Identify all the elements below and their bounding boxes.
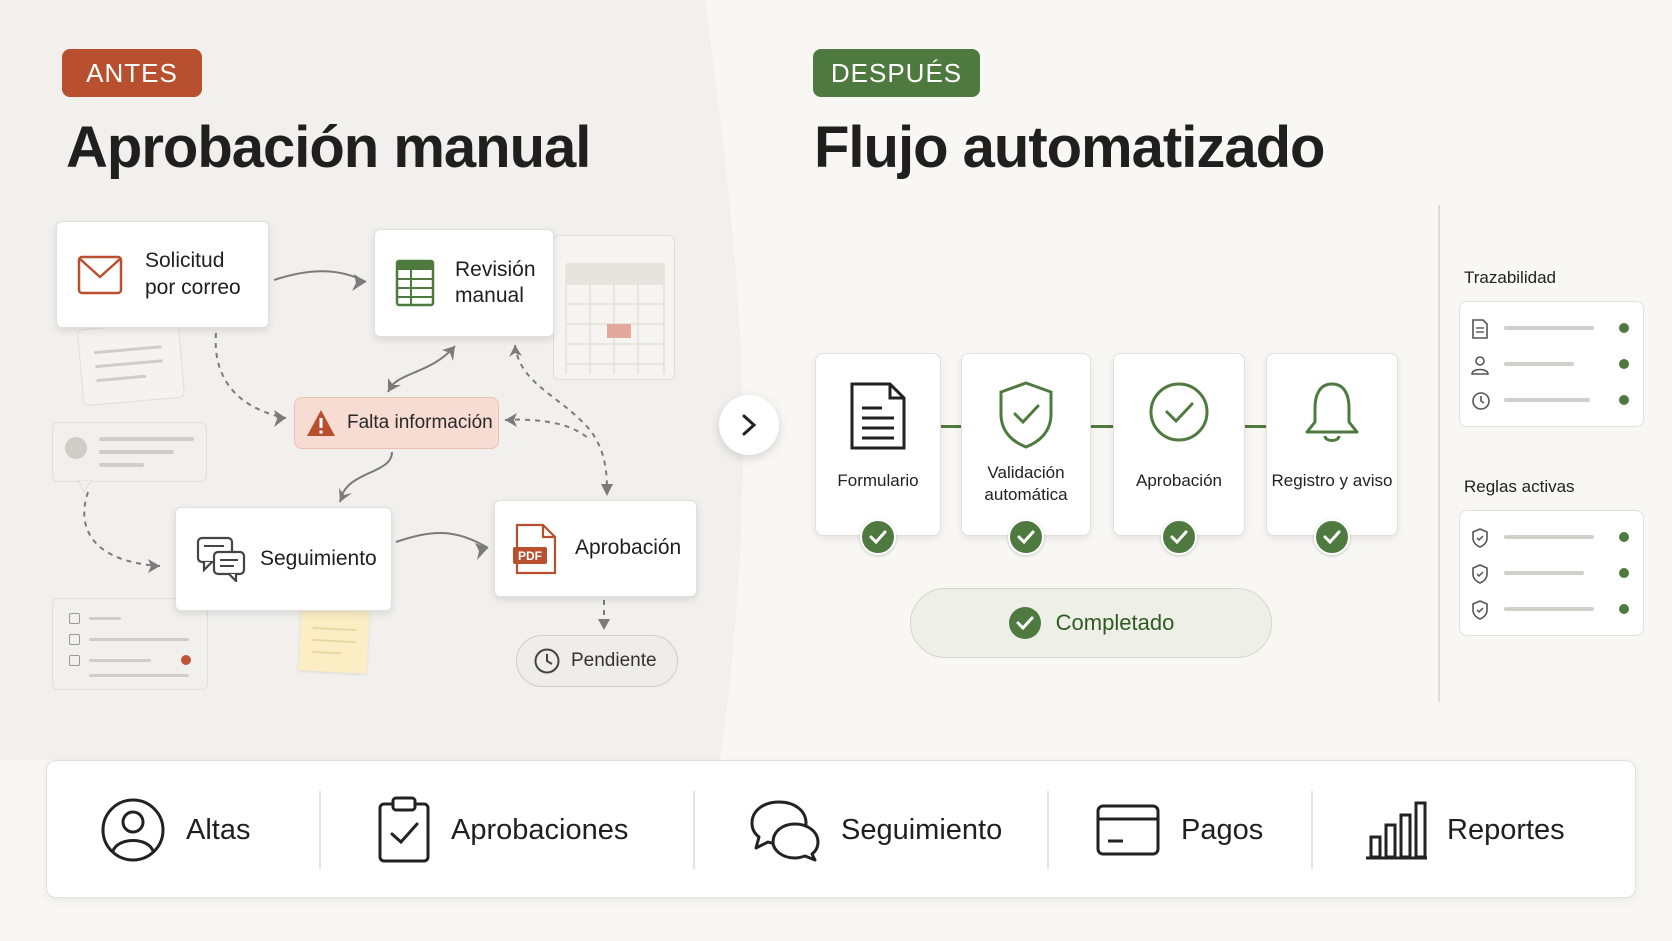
svg-text:PDF: PDF	[518, 549, 542, 563]
chat-note-tail	[77, 480, 93, 493]
category-label: Pagos	[1181, 813, 1264, 846]
email-request-card: Solicitud por correo	[56, 221, 269, 328]
chat-bubbles-icon	[196, 536, 246, 582]
envelope-icon	[77, 255, 123, 294]
email-request-label: Solicitud por correo	[145, 249, 241, 299]
category-label: Altas	[186, 813, 251, 846]
step-label: Registro y aviso	[1271, 471, 1393, 490]
category-aprobaciones[interactable]: Aprobaciones	[377, 761, 628, 899]
category-seguimiento[interactable]: Seguimiento	[749, 761, 1002, 899]
manual-review-label: Revisión manual	[455, 257, 536, 307]
chat-bubbles-icon	[750, 800, 820, 862]
active-rules-panel	[1459, 510, 1644, 636]
category-reportes[interactable]: Reportes	[1365, 761, 1565, 899]
bar-chart-icon	[1366, 801, 1427, 860]
step-label: Formulario	[837, 471, 919, 490]
chevron-right-icon	[742, 414, 757, 436]
check-circle-icon	[1008, 607, 1041, 639]
missing-info-alert: Falta información	[294, 397, 499, 449]
shield-check-icon	[1472, 564, 1488, 584]
separator	[319, 791, 321, 869]
bell-icon	[1305, 382, 1359, 442]
category-label: Reportes	[1447, 813, 1565, 846]
separator	[1311, 791, 1313, 869]
step-check-icon	[1161, 519, 1197, 555]
avatar	[65, 437, 87, 459]
follow-up-card: Seguimiento	[175, 507, 392, 611]
category-bar: Altas Aprobaciones Seguimiento Pagos Rep…	[46, 760, 1636, 898]
pending-status: Pendiente	[516, 635, 678, 687]
shield-check-icon	[1472, 528, 1488, 548]
category-label: Aprobaciones	[451, 813, 629, 846]
shield-check-icon	[999, 381, 1053, 449]
clock-icon	[534, 648, 560, 674]
step-label: Aprobación	[1135, 471, 1222, 490]
step-log-notify: Registro y aviso	[1266, 353, 1398, 536]
check-circle-icon	[1149, 382, 1209, 442]
before-title: Aprobación manual	[66, 115, 591, 180]
category-label: Seguimiento	[841, 813, 1003, 846]
warning-triangle-icon	[307, 410, 335, 436]
clock-icon	[1472, 392, 1490, 410]
document-icon	[850, 382, 906, 450]
before-badge: ANTES	[62, 49, 202, 97]
category-pagos[interactable]: Pagos	[1095, 761, 1263, 899]
step-check-icon	[860, 519, 896, 555]
step-validation: Validación automática	[961, 353, 1091, 536]
spreadsheet-grid	[565, 263, 665, 374]
user-icon	[1471, 356, 1489, 375]
category-altas[interactable]: Altas	[100, 761, 250, 899]
step-form: Formulario	[815, 353, 941, 536]
step-check-icon	[1314, 519, 1350, 555]
pending-label: Pendiente	[571, 650, 657, 671]
approval-card-before: PDF Aprobación	[494, 500, 697, 597]
user-icon	[101, 798, 165, 862]
credit-card-icon	[1096, 804, 1160, 856]
approval-label-before: Aprobación	[575, 536, 682, 560]
follow-up-label: Seguimiento	[260, 546, 377, 570]
step-connector	[1244, 425, 1266, 428]
after-title: Flujo automatizado	[814, 115, 1325, 180]
shield-check-icon	[1472, 600, 1488, 620]
active-rules-title: Reglas activas	[1464, 477, 1575, 496]
next-button[interactable]	[719, 395, 779, 455]
manual-review-card: Revisión manual	[374, 229, 554, 337]
checklist-background	[52, 598, 208, 690]
clipboard-check-icon	[378, 796, 430, 863]
pdf-icon: PDF	[513, 523, 557, 574]
step-connector	[940, 425, 962, 428]
alert-dot	[181, 655, 191, 665]
traceability-panel	[1459, 301, 1644, 427]
spreadsheet-icon	[395, 259, 435, 307]
divider	[1438, 205, 1440, 702]
sticky-note	[298, 608, 370, 674]
document-icon	[1472, 319, 1488, 339]
completed-status: Completado	[910, 588, 1272, 658]
chat-note-background	[52, 422, 207, 482]
traceability-title: Trazabilidad	[1464, 268, 1556, 287]
spreadsheet-background	[553, 235, 675, 380]
missing-info-label: Falta información	[347, 412, 493, 433]
step-check-icon	[1008, 519, 1044, 555]
after-badge: DESPUÉS	[813, 49, 980, 97]
paper-sheet	[76, 320, 186, 407]
step-approval: Aprobación	[1113, 353, 1245, 536]
completed-label: Completado	[1055, 610, 1175, 635]
step-connector	[1090, 425, 1114, 428]
separator	[1047, 791, 1049, 869]
separator	[693, 791, 695, 869]
step-label: Validación automática	[984, 463, 1068, 505]
